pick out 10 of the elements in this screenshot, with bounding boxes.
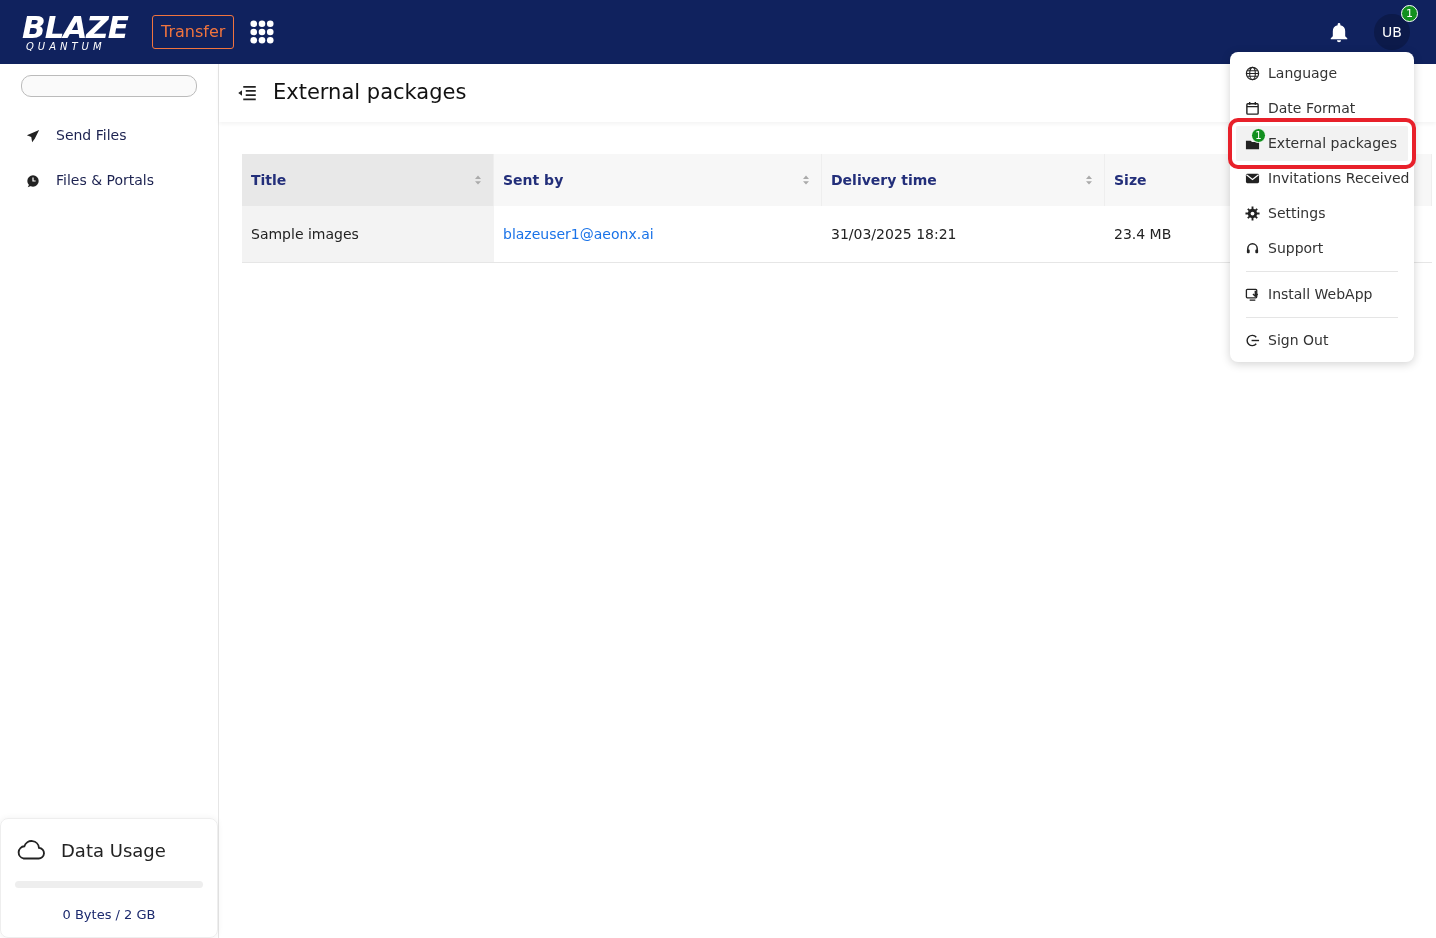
logo-subtitle: QUANTUM — [26, 42, 107, 52]
table-cell-text: Sample images — [251, 224, 359, 244]
usage-reading: 0 Bytes / 2 GB — [62, 907, 156, 922]
table-cell-text: 23.4 MB — [1114, 224, 1172, 244]
card-title: Data Usage — [61, 838, 166, 863]
count-badge: 1 — [1251, 128, 1266, 143]
page-title: External packages — [273, 79, 467, 107]
logo-text: BLAZE — [22, 12, 129, 42]
table-cell-text: 31/03/2025 18:21 — [831, 224, 957, 244]
notification-count: 1 — [1401, 5, 1418, 22]
